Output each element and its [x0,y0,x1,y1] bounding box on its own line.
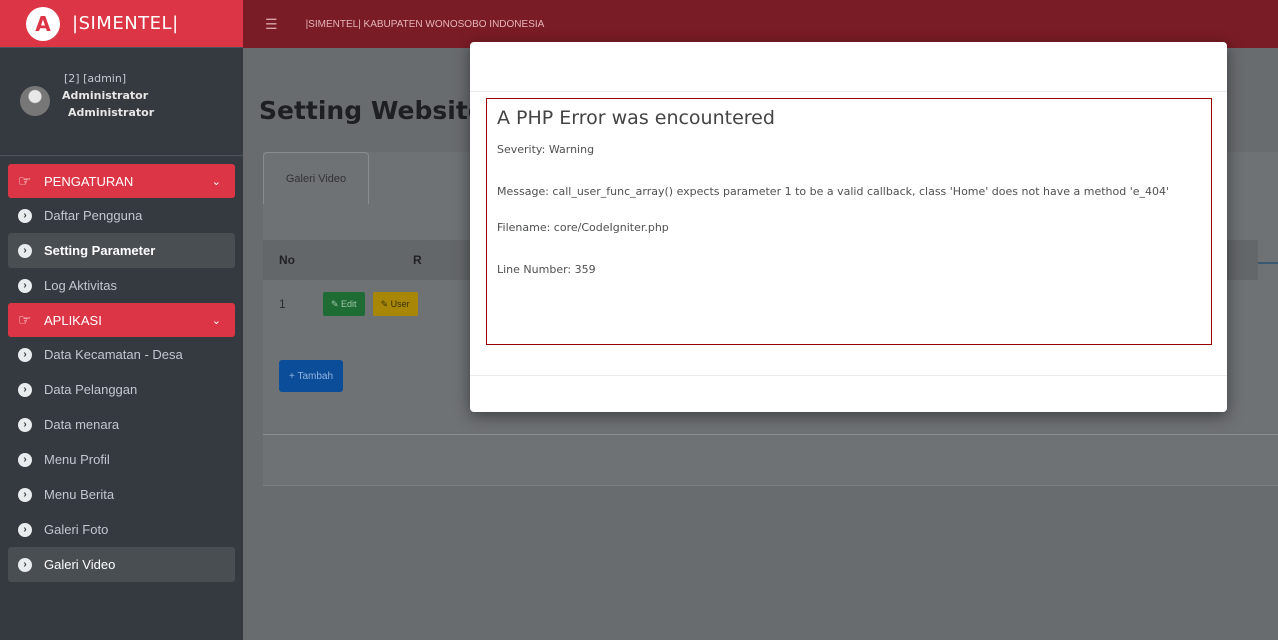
error-title: A PHP Error was encountered [497,107,775,129]
error-modal: A PHP Error was encountered Severity: Wa… [470,42,1227,412]
error-filename: Filename: core/CodeIgniter.php [497,221,669,234]
error-message: Message: call_user_func_array() expects … [497,185,1170,198]
modal-header [470,42,1227,92]
modal-footer [470,375,1227,376]
error-line-number: Line Number: 359 [497,263,596,276]
error-severity: Severity: Warning [497,143,595,156]
php-error-box: A PHP Error was encountered Severity: Wa… [486,98,1212,345]
